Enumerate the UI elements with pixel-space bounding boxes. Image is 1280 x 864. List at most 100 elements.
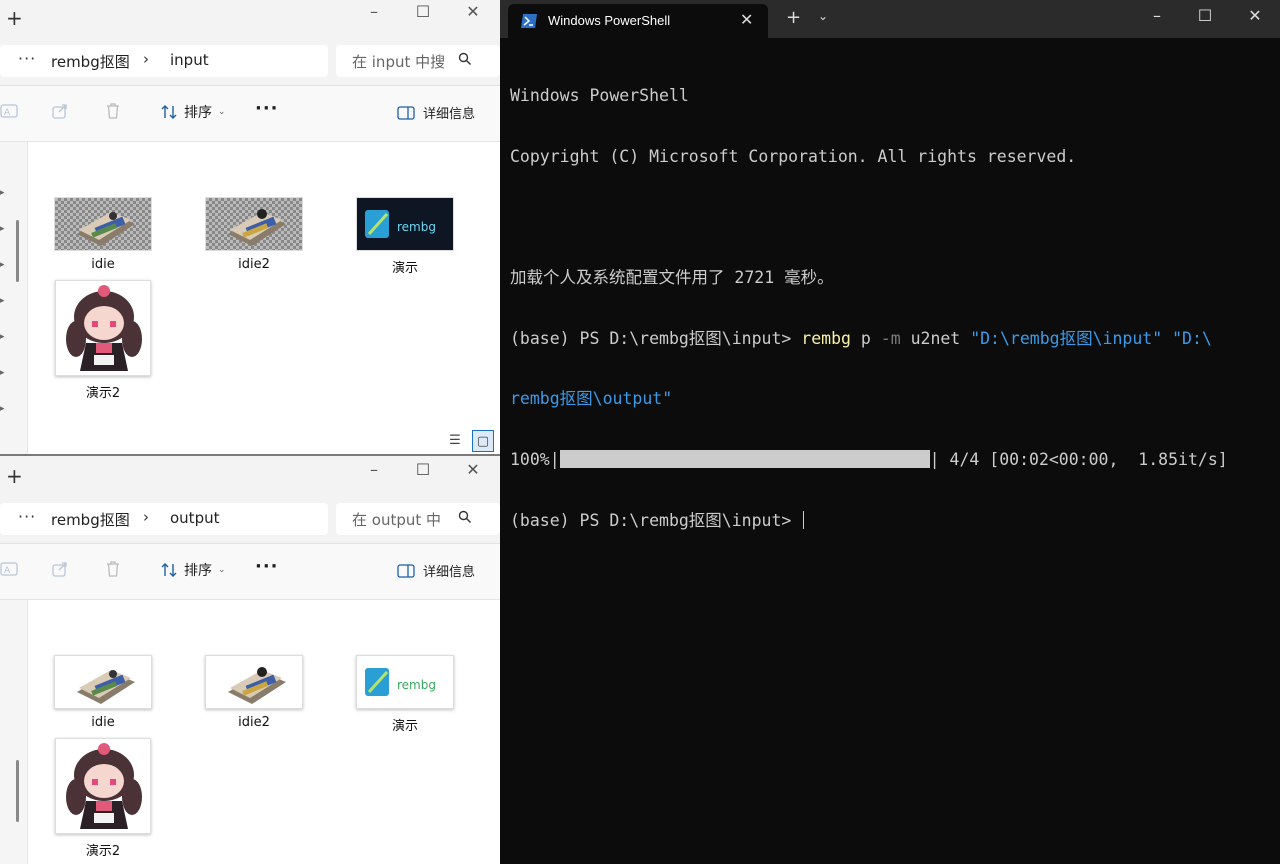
file-thumbnail: rembg	[356, 197, 454, 251]
details-label: 详细信息	[423, 107, 476, 122]
thumbnail-text: rembg	[397, 220, 436, 234]
nav-expand-icon[interactable]: ▸	[0, 224, 5, 234]
prompt-line: (base) PS D:\rembg抠图\input>	[510, 510, 1270, 531]
details-button[interactable]: 详细信息	[397, 561, 475, 580]
command-string: rembg抠图\output"	[510, 389, 673, 409]
sort-label: 排序	[184, 563, 212, 579]
powershell-window: Windows PowerShell ✕ + ⌄ – ☐ ✕ Windows P…	[500, 0, 1280, 864]
close-button[interactable]: ✕	[1244, 6, 1266, 25]
view-switcher: ☰ ▢	[444, 430, 494, 452]
more-options-button[interactable]: ···	[255, 98, 279, 119]
file-item[interactable]: rembg 演示	[350, 655, 460, 734]
explorer-window-input: + – ☐ ✕ ··· rembg抠图 › input 在 input 中搜 A	[0, 0, 500, 456]
address-bar[interactable]: ··· rembg抠图 › input	[0, 45, 328, 77]
nav-expand-icon[interactable]: ▸	[0, 188, 5, 198]
nav-expand-icon[interactable]: ▸	[0, 368, 5, 378]
output-line: Copyright (C) Microsoft Corporation. All…	[510, 147, 1077, 166]
nav-pane: ▸ ▸ ▸ ▸ ▸ ▸ ▸	[0, 142, 28, 454]
rename-icon[interactable]: A	[0, 560, 18, 582]
file-name: 演示2	[85, 386, 121, 401]
maximize-button[interactable]: ☐	[413, 2, 433, 21]
explorer-titlebar: + – ☐ ✕	[0, 0, 500, 36]
minimize-button[interactable]: –	[364, 2, 384, 21]
delete-icon[interactable]	[104, 102, 122, 124]
more-options-button[interactable]: ···	[255, 556, 279, 577]
close-tab-icon[interactable]: ✕	[740, 10, 753, 29]
file-item[interactable]: idie	[48, 197, 158, 272]
chevron-right-icon[interactable]: ›	[143, 50, 149, 68]
maximize-button[interactable]: ☐	[413, 460, 433, 479]
address-bar[interactable]: ··· rembg抠图 › output	[0, 503, 328, 535]
progress-bar	[559, 449, 930, 468]
new-tab-button[interactable]: +	[786, 7, 801, 28]
file-item[interactable]: idie	[48, 655, 158, 730]
delete-icon[interactable]	[104, 560, 122, 582]
details-view-icon[interactable]: ☰	[444, 430, 466, 452]
chevron-right-icon[interactable]: ›	[143, 508, 149, 526]
nav-expand-icon[interactable]: ▸	[0, 404, 5, 414]
output-line: 加载个人及系统配置文件用了 2721 毫秒。	[510, 268, 834, 288]
text-cursor	[803, 510, 805, 529]
search-input[interactable]: 在 output 中	[336, 503, 500, 535]
breadcrumb-rembg[interactable]: rembg抠图	[51, 509, 130, 530]
chevron-down-icon: ⌄	[218, 565, 226, 575]
nav-scrollbar[interactable]	[16, 760, 19, 822]
prompt: (base) PS D:\rembg抠图\input>	[510, 328, 802, 348]
details-pane-icon	[397, 105, 415, 120]
file-thumbnail: rembg	[356, 655, 454, 709]
share-icon[interactable]	[51, 560, 69, 582]
tab-powershell[interactable]: Windows PowerShell ✕	[508, 4, 768, 38]
nav-expand-icon[interactable]: ▸	[0, 332, 5, 342]
chevron-down-icon[interactable]: ⌄	[818, 9, 828, 23]
breadcrumb-input[interactable]: input	[170, 51, 209, 69]
file-name: idie	[91, 715, 115, 730]
chevron-down-icon: ⌄	[218, 107, 226, 117]
svg-text:A: A	[4, 566, 11, 576]
nav-expand-icon[interactable]: ▸	[0, 260, 5, 270]
svg-text:A: A	[4, 108, 11, 118]
sort-icon	[161, 563, 177, 577]
nav-expand-icon[interactable]: ▸	[0, 296, 5, 306]
rename-icon[interactable]: A	[0, 102, 18, 124]
file-item[interactable]: rembg 演示	[350, 197, 460, 276]
new-tab-button[interactable]: +	[6, 6, 23, 30]
file-item[interactable]: 演示2	[48, 280, 158, 401]
breadcrumb-output[interactable]: output	[170, 509, 219, 527]
breadcrumb-rembg[interactable]: rembg抠图	[51, 51, 130, 72]
file-name: idie2	[238, 715, 270, 730]
file-name: 演示	[391, 719, 418, 734]
command-line: (base) PS D:\rembg抠图\input> rembg p -m u…	[510, 329, 1270, 349]
explorer-titlebar: + – ☐ ✕	[0, 458, 500, 494]
close-button[interactable]: ✕	[463, 460, 483, 479]
more-path-icon[interactable]: ···	[18, 49, 36, 68]
command-bar: A 排序 ⌄ ··· 详细信息	[0, 544, 500, 600]
file-thumbnail	[205, 655, 303, 709]
details-pane-icon	[397, 563, 415, 578]
search-icon[interactable]	[458, 509, 472, 528]
sort-button[interactable]: 排序 ⌄	[160, 560, 226, 580]
command-arg: u2net	[900, 328, 971, 348]
search-icon[interactable]	[458, 51, 472, 70]
terminal-output[interactable]: Windows PowerShell Copyright (C) Microso…	[510, 46, 1270, 571]
new-tab-button[interactable]: +	[6, 464, 23, 488]
more-path-icon[interactable]: ···	[18, 507, 36, 526]
progress-percent: 100%|	[510, 449, 560, 469]
details-button[interactable]: 详细信息	[397, 103, 475, 122]
file-item[interactable]: idie2	[199, 197, 309, 272]
progress-stats: | 4/4 [00:02<00:00, 1.85it/s]	[929, 449, 1228, 469]
share-icon[interactable]	[51, 102, 69, 124]
command-string: "D:\	[1162, 328, 1212, 348]
tiles-view-icon[interactable]: ▢	[472, 430, 494, 452]
search-input[interactable]: 在 input 中搜	[336, 45, 500, 77]
file-list: idie idie2 rembg 演示 演示2	[0, 600, 500, 864]
file-thumbnail	[54, 655, 152, 709]
minimize-button[interactable]: –	[1146, 6, 1168, 25]
close-button[interactable]: ✕	[463, 2, 483, 21]
sort-button[interactable]: 排序 ⌄	[160, 102, 226, 122]
minimize-button[interactable]: –	[364, 460, 384, 479]
file-item[interactable]: idie2	[199, 655, 309, 730]
sort-label: 排序	[184, 105, 212, 121]
nav-scrollbar[interactable]	[16, 220, 19, 282]
file-item[interactable]: 演示2	[48, 738, 158, 859]
maximize-button[interactable]: ☐	[1194, 6, 1216, 25]
